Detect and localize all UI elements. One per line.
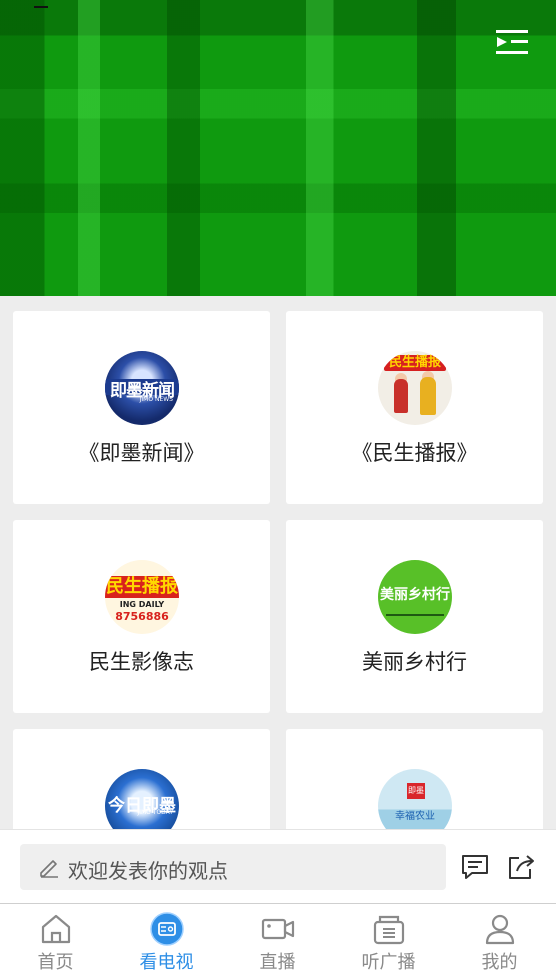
playlist-icon	[496, 30, 528, 54]
program-logo: 即墨 幸福农业	[378, 769, 452, 829]
video-artifact	[34, 6, 48, 8]
video-player[interactable]	[0, 0, 556, 296]
tab-watch-tv[interactable]: 看电视	[111, 904, 222, 976]
tab-label: 直播	[259, 952, 296, 973]
program-card-jimo-today[interactable]: 今日即墨 JIMO TODAY	[13, 729, 270, 829]
program-title: 《民生播报》	[351, 441, 478, 465]
pencil-icon	[40, 860, 58, 878]
program-logo: 民生播报	[378, 351, 452, 425]
tab-mine[interactable]: 我的	[444, 904, 555, 976]
program-grid: 即墨新闻 JIMO NEWS 《即墨新闻》 民生播报 《民生播报》 民生播报 I…	[13, 311, 543, 829]
tab-label: 我的	[481, 952, 518, 973]
program-card-minsheng-yingxiangzhi[interactable]: 民生播报 ING DAILY 8756886 民生影像志	[13, 520, 270, 713]
comment-icon[interactable]	[460, 852, 490, 882]
tv-icon	[150, 912, 184, 946]
video-frame	[0, 0, 556, 296]
program-card-meili-xiangcun[interactable]: 美丽乡村行 美丽乡村行	[286, 520, 543, 713]
program-card-xingfu-nongye[interactable]: 即墨 幸福农业	[286, 729, 543, 829]
program-logo: 即墨新闻 JIMO NEWS	[105, 351, 179, 425]
home-icon	[41, 914, 71, 944]
comment-placeholder: 欢迎发表你的观点	[68, 859, 228, 883]
program-title: 民生影像志	[89, 650, 194, 674]
comment-input[interactable]: 欢迎发表你的观点	[20, 844, 446, 890]
comment-bar: 欢迎发表你的观点	[0, 829, 556, 904]
share-icon[interactable]	[506, 852, 536, 882]
tab-bar: 首页 看电视 直播 听广播 我的	[0, 903, 556, 976]
program-title: 《即墨新闻》	[78, 441, 205, 465]
user-icon	[485, 914, 515, 945]
tab-label: 首页	[37, 952, 74, 973]
program-logo: 今日即墨 JIMO TODAY	[105, 769, 179, 829]
program-logo: 民生播报 ING DAILY 8756886	[105, 560, 179, 634]
program-logo: 美丽乡村行	[378, 560, 452, 634]
program-title: 美丽乡村行	[362, 650, 467, 674]
tab-label: 听广播	[361, 952, 416, 973]
radio-icon	[373, 915, 405, 945]
program-card-minsheng-bobao[interactable]: 民生播报 《民生播报》	[286, 311, 543, 504]
tab-radio[interactable]: 听广播	[333, 904, 444, 976]
tab-live[interactable]: 直播	[222, 904, 333, 976]
playlist-button[interactable]	[492, 22, 532, 62]
tab-home[interactable]: 首页	[0, 904, 111, 976]
video-camera-icon	[261, 918, 295, 940]
program-card-jimo-news[interactable]: 即墨新闻 JIMO NEWS 《即墨新闻》	[13, 311, 270, 504]
tab-label: 看电视	[139, 952, 194, 973]
